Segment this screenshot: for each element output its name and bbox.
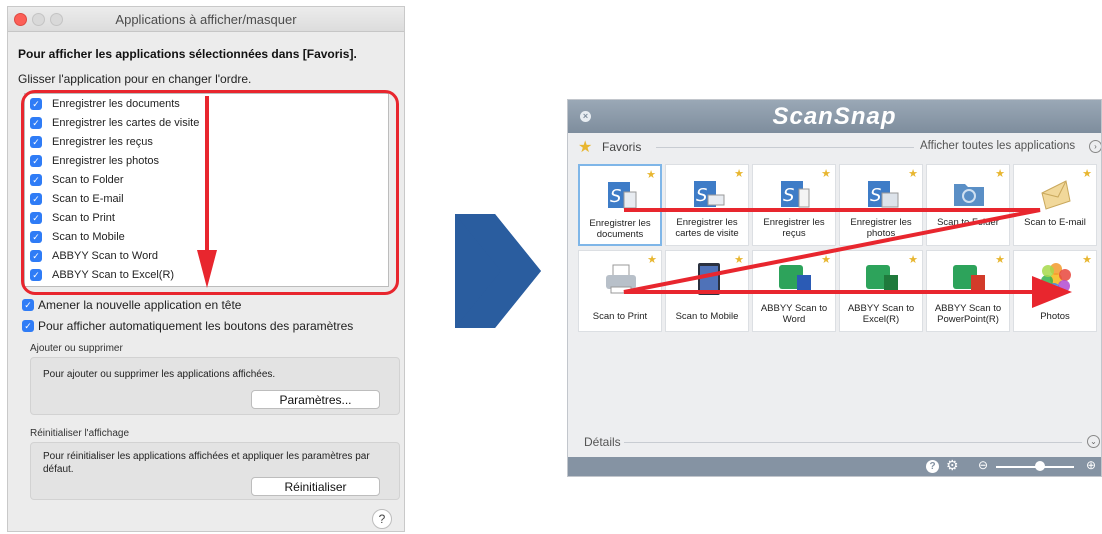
svg-text:S: S xyxy=(610,186,621,207)
app-tile[interactable]: ★ ABBYY Scan to Word xyxy=(752,250,836,332)
abbyy-word-icon xyxy=(779,265,811,293)
app-tile[interactable]: ★ Scan to Folder xyxy=(926,164,1010,246)
annotation-highlight-frame xyxy=(21,90,399,295)
app-tile[interactable]: ★ S Enregistrer les photos xyxy=(839,164,923,246)
zoom-in-icon[interactable]: ⊕ xyxy=(1086,458,1096,472)
photo-scan-icon: S xyxy=(868,181,899,208)
reset-panel: Pour réinitialiser les applications affi… xyxy=(30,442,400,500)
tile-label: ABBYY Scan to Word xyxy=(760,303,828,325)
receipt-icon: S xyxy=(781,181,810,208)
tile-label: Enregistrer les documents xyxy=(589,218,651,240)
star-icon: ★ xyxy=(995,168,1005,180)
apps-visibility-dialog: Applications à afficher/masquer Pour aff… xyxy=(7,6,405,532)
scansnap-logo: ScanSnap xyxy=(772,103,897,130)
reset-button[interactable]: Réinitialiser xyxy=(251,477,380,496)
tablet-icon xyxy=(698,263,720,295)
scansnap-quick-menu: × ScanSnap ★ Favoris Afficher toutes les… xyxy=(567,99,1102,477)
svg-text:S: S xyxy=(870,185,881,206)
scansnap-bottom-bar: ? ⚙ ⊖ ⊕ xyxy=(568,457,1101,476)
star-icon: ★ xyxy=(1082,168,1092,180)
app-tile[interactable]: ★ S Enregistrer les documents xyxy=(578,164,662,246)
app-tile[interactable]: ★ Scan to E-mail xyxy=(1013,164,1097,246)
all-apps-link[interactable]: Afficher toutes les applications xyxy=(920,140,1075,152)
tile-label: ABBYY Scan to Excel(R) xyxy=(847,303,915,325)
star-icon: ★ xyxy=(821,254,831,266)
option-label: Pour afficher automatiquement les bouton… xyxy=(38,319,354,333)
tile-label: Scan to Mobile xyxy=(675,311,739,322)
printer-icon xyxy=(606,264,636,294)
add-remove-title: Ajouter ou supprimer xyxy=(30,343,123,354)
tile-label: Scan to Print xyxy=(592,311,648,322)
dialog-titlebar: Applications à afficher/masquer xyxy=(8,7,404,32)
dialog-title: Applications à afficher/masquer xyxy=(115,12,297,27)
gear-icon[interactable]: ⚙ xyxy=(946,457,959,474)
chevron-down-icon[interactable]: ⌄ xyxy=(1087,435,1100,448)
business-card-icon: S xyxy=(694,181,725,207)
app-tile[interactable]: ★ S Enregistrer les reçus xyxy=(752,164,836,246)
tile-label: Enregistrer les reçus xyxy=(763,217,825,239)
add-remove-text: Pour ajouter ou supprimer les applicatio… xyxy=(43,369,276,380)
app-tile[interactable]: ★ Scan to Mobile xyxy=(665,250,749,332)
folder-icon xyxy=(954,184,984,206)
checkbox[interactable]: ✓ xyxy=(22,299,34,311)
svg-text:S: S xyxy=(696,185,707,206)
chevron-right-icon[interactable]: › xyxy=(1089,140,1101,153)
zoom-out-icon[interactable]: ⊖ xyxy=(978,458,988,472)
star-icon: ★ xyxy=(821,168,831,180)
app-tile[interactable]: ★ Photos xyxy=(1013,250,1097,332)
dialog-heading: Pour afficher les applications sélection… xyxy=(18,47,357,61)
scansnap-titlebar: × ScanSnap xyxy=(568,100,1101,133)
tile-label: Enregistrer les cartes de visite xyxy=(675,217,739,239)
option-new-first[interactable]: ✓ Amener la nouvelle application en tête xyxy=(22,298,241,312)
abbyy-powerpoint-icon xyxy=(953,265,985,293)
transition-arrow-icon xyxy=(455,214,541,328)
star-icon: ★ xyxy=(647,254,657,266)
star-icon: ★ xyxy=(646,169,656,181)
star-icon: ★ xyxy=(1082,254,1092,266)
reset-title: Réinitialiser l'affichage xyxy=(30,428,129,439)
settings-button[interactable]: Paramètres... xyxy=(251,390,380,409)
tile-label: Enregistrer les photos xyxy=(850,217,912,239)
svg-text:S: S xyxy=(783,185,794,206)
star-icon: ★ xyxy=(908,168,918,180)
dialog-subheading: Glisser l'application pour en changer l'… xyxy=(18,72,252,86)
checkbox[interactable]: ✓ xyxy=(22,320,34,332)
reset-text: Pour réinitialiser les applications affi… xyxy=(43,451,370,475)
help-icon[interactable]: ? xyxy=(926,460,939,473)
app-tile[interactable]: ★ Scan to Print xyxy=(578,250,662,332)
option-auto-buttons[interactable]: ✓ Pour afficher automatiquement les bout… xyxy=(22,319,353,333)
help-button[interactable]: ? xyxy=(372,509,392,529)
photos-icon xyxy=(1041,263,1071,295)
abbyy-excel-icon xyxy=(866,265,898,293)
divider xyxy=(656,147,914,148)
tile-label: Scan to E-mail xyxy=(1024,217,1086,228)
app-tile[interactable]: ★ ABBYY Scan to PowerPoint(R) xyxy=(926,250,1010,332)
document-scan-icon: S xyxy=(608,182,637,209)
favorites-bar: ★ Favoris Afficher toutes les applicatio… xyxy=(578,139,1101,157)
star-icon: ★ xyxy=(995,254,1005,266)
star-icon: ★ xyxy=(734,254,744,266)
details-label[interactable]: Détails xyxy=(584,435,621,449)
add-remove-panel: Pour ajouter ou supprimer les applicatio… xyxy=(30,357,400,415)
option-label: Amener la nouvelle application en tête xyxy=(38,298,242,312)
tile-label: Scan to Folder xyxy=(937,217,999,228)
tile-label: Photos xyxy=(1040,311,1070,322)
star-icon: ★ xyxy=(734,168,744,180)
app-tile[interactable]: ★ ABBYY Scan to Excel(R) xyxy=(839,250,923,332)
app-tile[interactable]: ★ S Enregistrer les cartes de visite xyxy=(665,164,749,246)
zoom-slider-handle[interactable] xyxy=(1035,461,1045,471)
star-icon: ★ xyxy=(908,254,918,266)
divider xyxy=(624,442,1082,443)
favorites-label: Favoris xyxy=(602,140,642,154)
envelope-icon xyxy=(1041,180,1071,210)
star-icon: ★ xyxy=(578,139,593,156)
tile-label: ABBYY Scan to PowerPoint(R) xyxy=(934,303,1002,325)
